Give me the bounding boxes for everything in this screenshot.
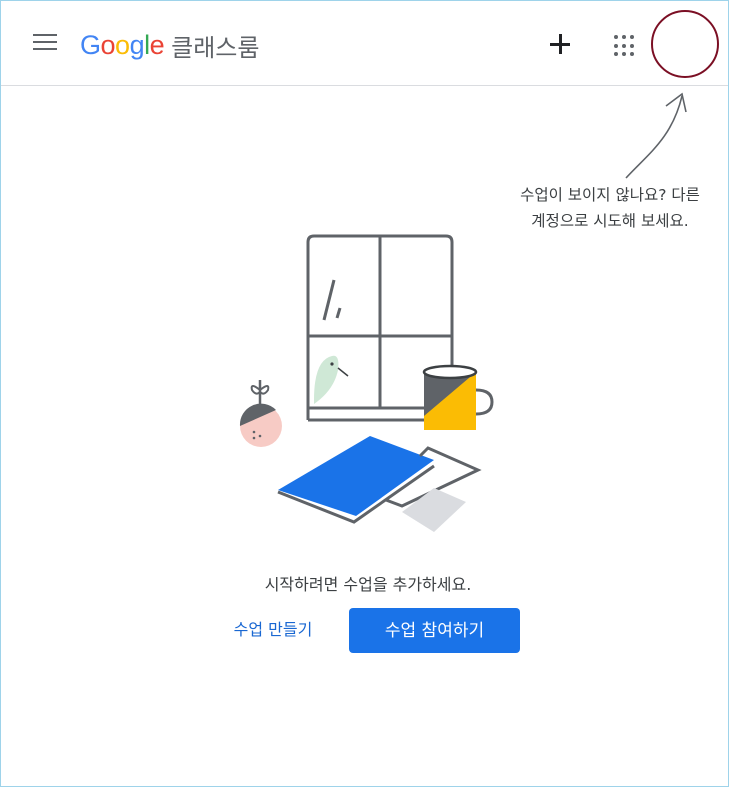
logo-letter: e: [149, 29, 165, 60]
empty-classes-illustration: [239, 234, 494, 532]
hint-line: 계정으로 시도해 보세요.: [531, 212, 689, 230]
logo-letter: o: [115, 29, 130, 60]
logo-letter: G: [80, 29, 101, 60]
hint-arrow-icon: [625, 92, 687, 179]
product-name: 클래스룸: [171, 33, 260, 62]
switch-account-hint: 수업이 보이지 않나요? 다른 계정으로 시도해 보세요.: [490, 182, 729, 234]
logo-letter: g: [129, 29, 145, 60]
mug-illustration: [422, 364, 494, 430]
join-class-button[interactable]: 수업 참여하기: [349, 608, 520, 653]
main-menu-icon[interactable]: [33, 34, 57, 54]
create-class-link[interactable]: 수업 만들기: [215, 612, 331, 648]
classroom-logo[interactable]: Google 클래스룸: [80, 27, 259, 63]
apps-grid-icon[interactable]: [614, 35, 636, 57]
plant-illustration: [239, 380, 282, 447]
empty-state-message: 시작하려면 수업을 추가하세요.: [264, 575, 472, 594]
hint-line: 수업이 보이지 않나요? 다른: [520, 186, 700, 204]
top-app-bar: Google 클래스룸: [1, 1, 728, 86]
logo-letter: o: [100, 29, 116, 60]
bird-illustration: [314, 355, 349, 404]
notebook-illustration: [277, 436, 482, 532]
account-avatar[interactable]: [651, 10, 719, 78]
google-wordmark: Google: [80, 29, 165, 61]
plus-icon[interactable]: [546, 30, 574, 58]
